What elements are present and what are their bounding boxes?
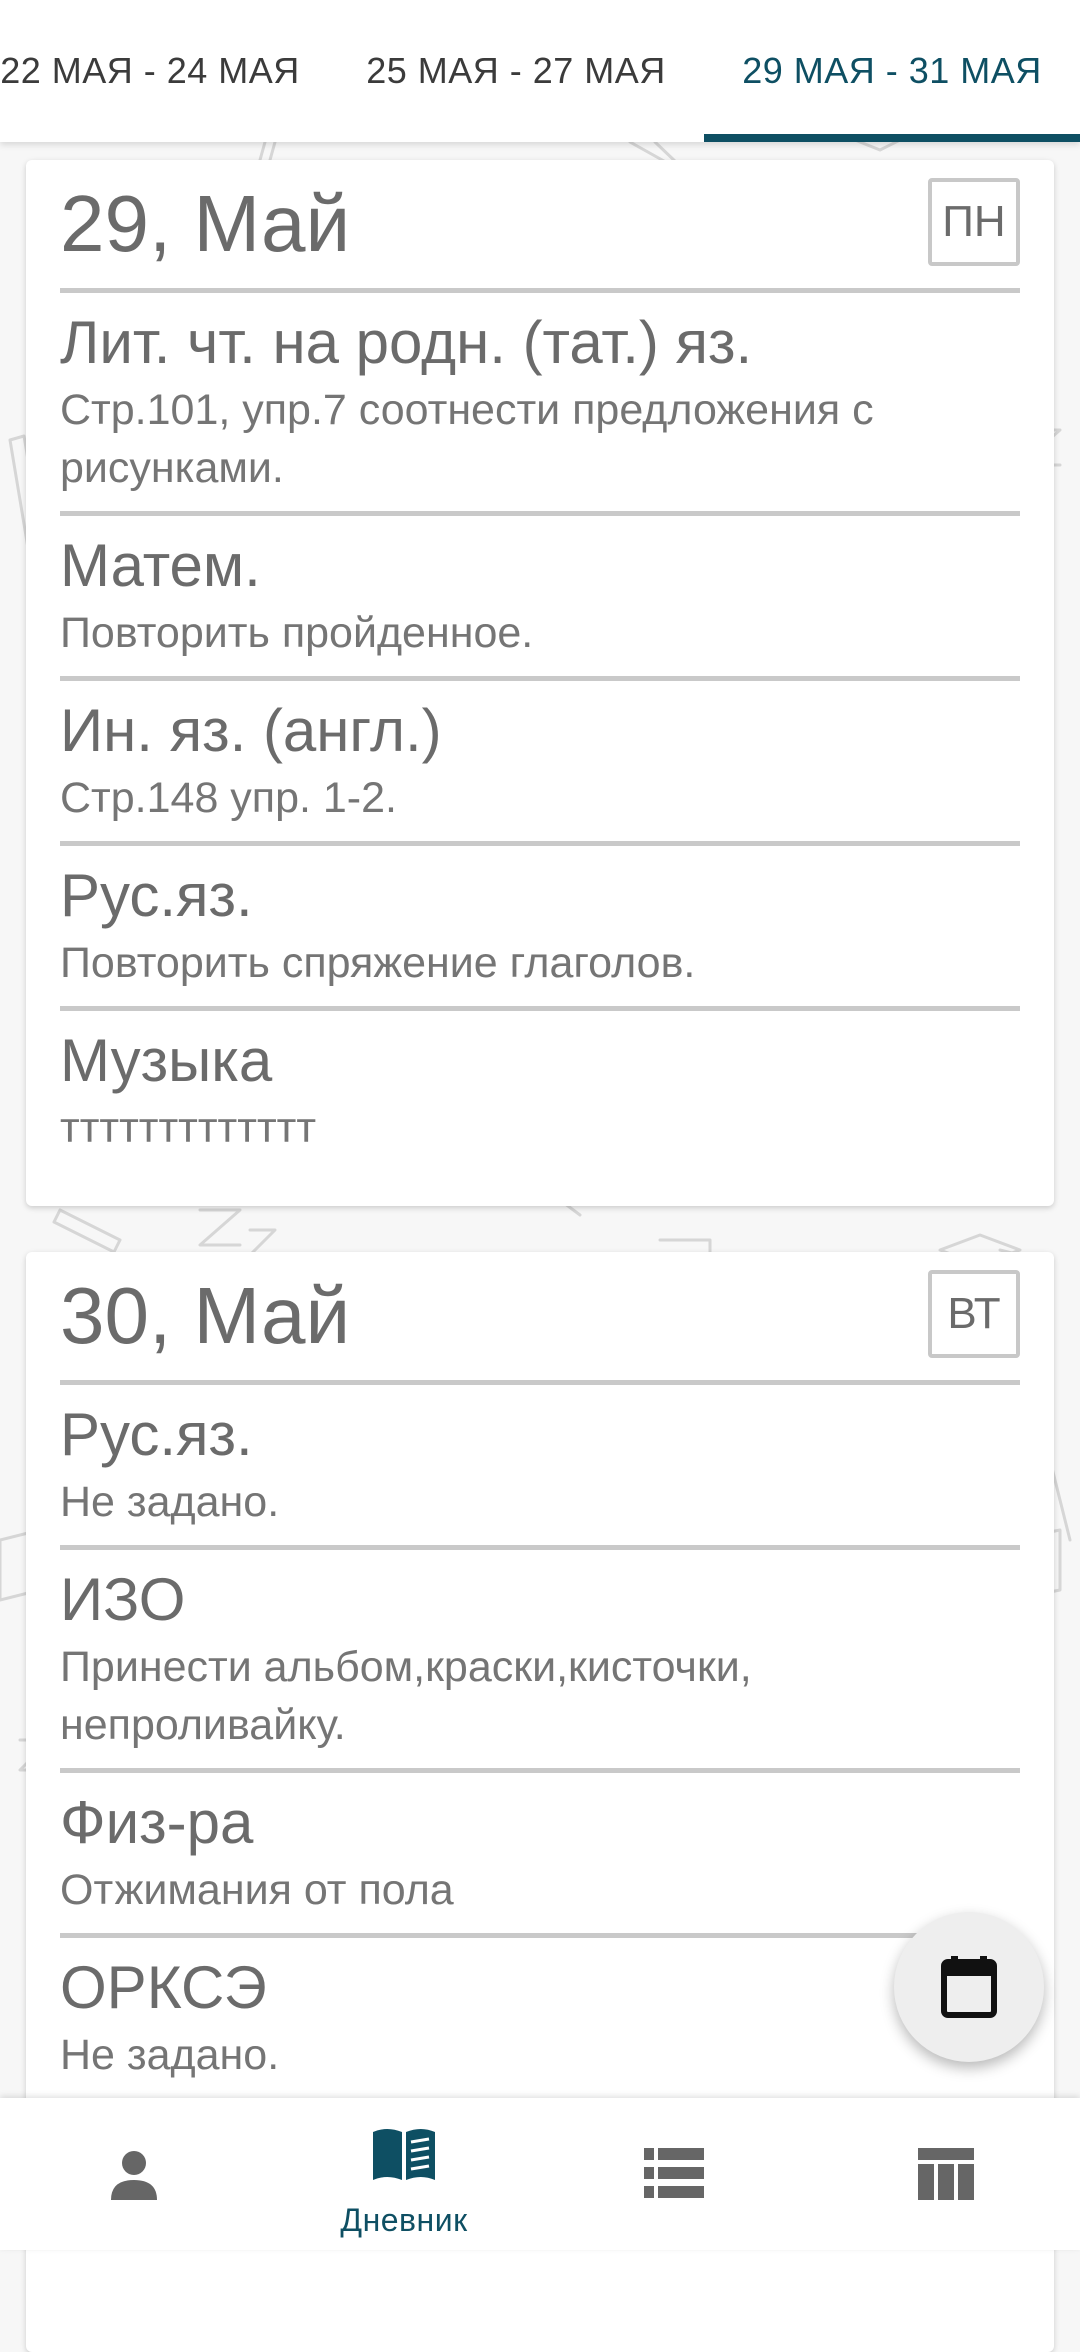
day-date: 29, Май: [60, 179, 351, 268]
lesson-homework: Стр.148 упр. 1-2.: [60, 774, 397, 822]
lesson-subject: ИЗО: [60, 1566, 186, 1633]
lesson-subject: Лит. чт. на родн. (тат.) яз.: [60, 309, 753, 376]
tab-week-25-27[interactable]: 25 МАЯ - 27 МАЯ: [346, 0, 686, 142]
lesson-item[interactable]: ИЗО Принести альбом,краски,кисточки, неп…: [60, 1550, 1020, 1768]
tab-week-22-24[interactable]: 22 МАЯ - 24 МАЯ: [0, 0, 310, 142]
lesson-homework: Стр.101, упр.7 соотнести предложения с р…: [60, 386, 874, 492]
lesson-item[interactable]: Матем. Повторить пройденное.: [60, 516, 1020, 676]
table-icon: [918, 2148, 974, 2200]
lesson-item[interactable]: Музыка ттттттттттттт: [60, 1011, 1020, 1171]
lesson-subject: Музыка: [60, 1027, 273, 1094]
lesson-item[interactable]: Физ-ра Отжимания от пола: [60, 1773, 1020, 1933]
calendar-button[interactable]: [894, 1912, 1044, 2062]
lesson-item[interactable]: Ин. яз. (англ.) Стр.148 упр. 1-2.: [60, 681, 1020, 841]
list-icon: [644, 2148, 704, 2198]
day-card-monday: 29, Май ПН Лит. чт. на родн. (тат.) яз. …: [26, 160, 1054, 1206]
week-tabs: 22 МАЯ - 24 МАЯ 25 МАЯ - 27 МАЯ 29 МАЯ -…: [0, 0, 1080, 142]
weekday-badge: ВТ: [928, 1270, 1020, 1358]
lesson-homework: Не задано.: [60, 2031, 280, 2079]
lesson-subject: Ин. яз. (англ.): [60, 697, 442, 764]
lesson-homework: Не задано.: [60, 1478, 280, 1526]
nav-item-list[interactable]: [574, 2098, 774, 2250]
lesson-homework: Принести альбом,краски,кисточки, непроли…: [60, 1643, 752, 1749]
person-icon: [111, 2151, 157, 2200]
lesson-homework: ттттттттттттт: [60, 1104, 317, 1152]
nav-label-diary: Дневник: [340, 2202, 468, 2238]
lesson-homework: Повторить пройденное.: [60, 609, 534, 657]
nav-item-profile[interactable]: [34, 2098, 234, 2250]
lesson-subject: Рус.яз.: [60, 862, 253, 929]
lesson-subject: Физ-ра: [60, 1789, 254, 1856]
lesson-homework: Отжимания от пола: [60, 1866, 454, 1914]
lesson-subject: ОРКСЭ: [60, 1954, 267, 2021]
lesson-item[interactable]: Рус.яз. Повторить спряжение глаголов.: [60, 846, 1020, 1006]
lesson-item[interactable]: Лит. чт. на родн. (тат.) яз. Стр.101, уп…: [60, 293, 1020, 511]
lesson-item[interactable]: ОРКСЭ Не задано.: [60, 1938, 1020, 2098]
weekday-badge: ПН: [928, 178, 1020, 266]
lesson-homework: Повторить спряжение глаголов.: [60, 939, 696, 987]
tab-week-29-31[interactable]: 29 МАЯ - 31 МАЯ: [704, 0, 1080, 142]
lesson-subject: Матем.: [60, 532, 261, 599]
day-header: 30, Май ВТ: [60, 1252, 1020, 1380]
nav-item-diary[interactable]: Дневник: [304, 2098, 504, 2250]
active-tab-indicator: [704, 134, 1080, 142]
nav-item-timetable[interactable]: [846, 2098, 1046, 2250]
lesson-item[interactable]: Рус.яз. Не задано.: [60, 1385, 1020, 1545]
bottom-navigation: Дневник: [0, 2098, 1080, 2250]
book-icon: [373, 2129, 435, 2180]
day-header: 29, Май ПН: [60, 160, 1020, 288]
calendar-icon: [941, 1956, 997, 2018]
day-date: 30, Май: [60, 1271, 351, 1360]
lesson-subject: Рус.яз.: [60, 1401, 253, 1468]
